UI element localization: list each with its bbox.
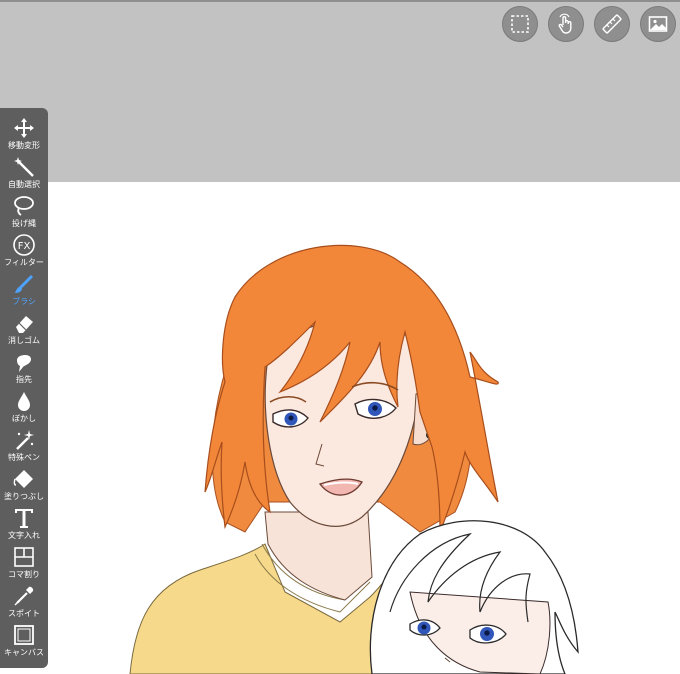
tool-label: 塗りつぶし <box>3 492 45 501</box>
fill-bucket-icon <box>12 467 36 491</box>
tool-label: スポイト <box>8 609 40 618</box>
selection-icon <box>511 15 529 33</box>
tool-label: 消しゴム <box>8 336 40 345</box>
tool-special-pen[interactable]: 特殊ペン <box>0 426 48 465</box>
text-tool-icon <box>12 506 36 530</box>
svg-text:FX: FX <box>18 241 31 252</box>
tool-label: 文字入れ <box>8 531 40 540</box>
tool-label: ぼかし <box>12 414 36 423</box>
tool-eraser[interactable]: 消しゴム <box>0 309 48 348</box>
image-icon <box>648 16 668 32</box>
tool-label: 指先 <box>16 375 32 384</box>
brush-icon <box>12 272 36 296</box>
tool-label: フィルター <box>4 258 44 267</box>
tool-panel-divide[interactable]: コマ割り <box>0 543 48 582</box>
ruler-button[interactable] <box>594 6 630 42</box>
tool-brush[interactable]: ブラシ <box>0 270 48 309</box>
tool-smudge[interactable]: 指先 <box>0 348 48 387</box>
tool-auto-select[interactable]: 自動選択 <box>0 153 48 192</box>
tool-label: ブラシ <box>12 297 36 306</box>
blur-drop-icon <box>12 389 36 413</box>
image-button[interactable] <box>640 6 676 42</box>
tool-lasso[interactable]: 投げ縄 <box>0 192 48 231</box>
tool-fill[interactable]: 塗りつぶし <box>0 465 48 504</box>
tool-blur[interactable]: ぼかし <box>0 387 48 426</box>
tool-label: コマ割り <box>8 570 40 579</box>
lasso-icon <box>12 194 36 218</box>
ruler-icon <box>602 14 622 34</box>
tool-canvas[interactable]: キャンバス <box>0 621 48 660</box>
tool-label: 特殊ペン <box>8 453 40 462</box>
artwork-illustration <box>129 244 579 674</box>
gesture-button[interactable] <box>548 6 584 42</box>
tool-move-transform[interactable]: 移動変形 <box>0 114 48 153</box>
hand-gesture-icon <box>558 13 572 34</box>
top-divider <box>0 0 680 2</box>
tool-eyedropper[interactable]: スポイト <box>0 582 48 621</box>
tool-label: 自動選択 <box>8 180 40 189</box>
drawing-canvas[interactable] <box>0 182 680 674</box>
tool-label: 投げ縄 <box>12 219 36 228</box>
tool-text[interactable]: 文字入れ <box>0 504 48 543</box>
eyedropper-icon <box>12 584 36 608</box>
canvas-icon <box>12 623 36 647</box>
tool-sidebar: 移動変形 自動選択 投げ縄 FX フィルター ブラシ 消しゴム 指先 ぼかし 特… <box>0 108 48 668</box>
magic-wand-icon <box>12 155 36 179</box>
move-arrows-icon <box>12 116 36 140</box>
tool-label: キャンバス <box>4 648 44 657</box>
fx-filter-icon: FX <box>12 233 36 257</box>
tool-label: 移動変形 <box>8 141 40 150</box>
selection-button[interactable] <box>502 6 538 42</box>
smudge-finger-icon <box>12 350 36 374</box>
panel-divide-icon <box>12 545 36 569</box>
tool-filter[interactable]: FX フィルター <box>0 231 48 270</box>
eraser-icon <box>12 311 36 335</box>
special-pen-icon <box>12 428 36 452</box>
